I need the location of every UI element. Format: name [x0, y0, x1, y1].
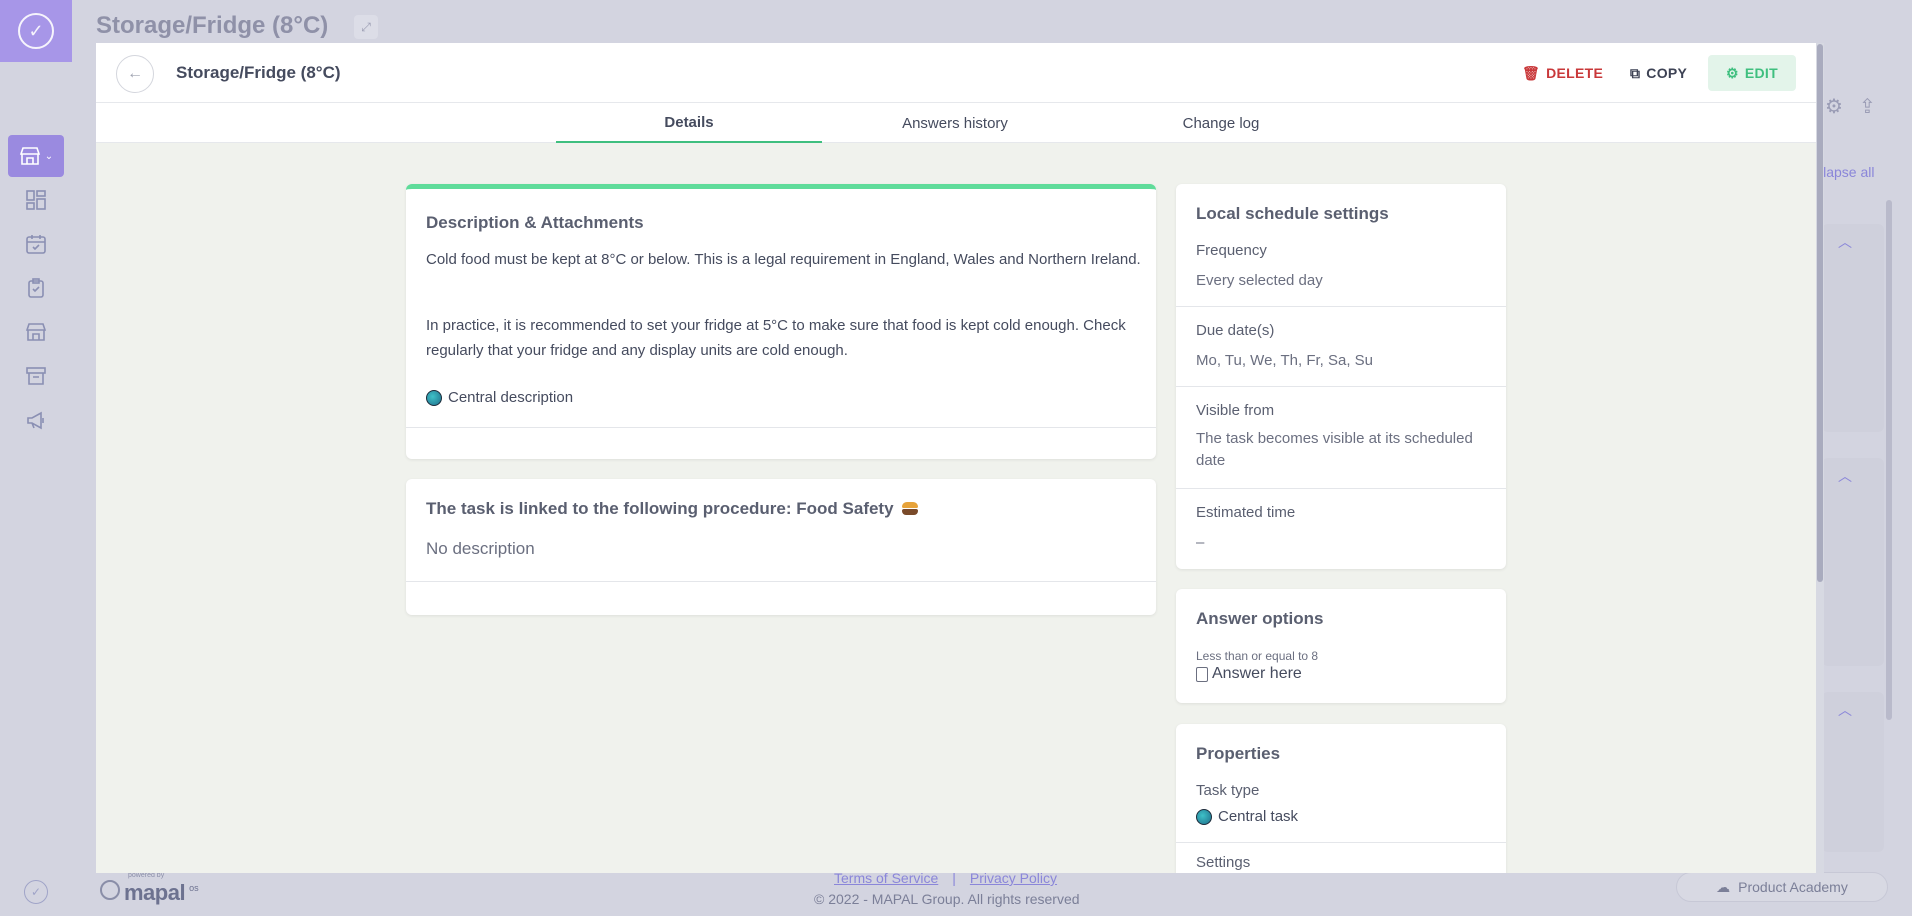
answer-options-heading: Answer options: [1196, 609, 1324, 628]
procedure-heading-text: The task is linked to the following proc…: [426, 499, 894, 518]
edit-button[interactable]: ⚙ EDIT: [1708, 55, 1796, 91]
central-description-label: Central description: [448, 389, 574, 406]
frequency-label: Frequency: [1196, 242, 1267, 259]
modal-title: Storage/Fridge (8°C): [176, 63, 341, 82]
no-description-text: No description: [426, 539, 535, 558]
divider: [1176, 842, 1506, 843]
globe-icon: [1196, 808, 1212, 825]
description-card: Description & Attachments Cold food must…: [406, 184, 1156, 459]
description-heading: Description & Attachments: [426, 213, 644, 232]
calendar-check-icon[interactable]: [22, 230, 50, 258]
divider: [1176, 488, 1506, 489]
frequency-value: Every selected day: [1196, 272, 1323, 289]
task-type-text: Central task: [1218, 808, 1299, 825]
globe-icon: [426, 389, 442, 406]
schedule-settings-card: Local schedule settings Frequency Every …: [1176, 184, 1506, 569]
mapal-swirl-icon: [100, 880, 120, 900]
gear-icon: ⚙: [1726, 64, 1739, 81]
checkmark-logo-icon: ✓: [18, 13, 54, 49]
chevron-up-icon[interactable]: ︿: [1838, 700, 1852, 720]
store-icon: [19, 147, 40, 165]
trash-icon: 🗑: [1522, 64, 1541, 81]
divider: [1176, 306, 1506, 307]
divider: [406, 581, 1156, 582]
mapal-wordmark: mapal: [124, 880, 186, 905]
answer-options-card: Answer options Less than or equal to 8 A…: [1176, 589, 1506, 703]
megaphone-icon[interactable]: [22, 406, 50, 434]
task-detail-modal: ← Storage/Fridge (8°C) 🗑 DELETE ⧉ COPY ⚙…: [96, 43, 1816, 873]
expand-icon[interactable]: ⤢: [354, 15, 378, 39]
powered-by-text: powered by: [128, 872, 165, 879]
visible-from-value: The task becomes visible at its schedule…: [1196, 430, 1473, 469]
dashboard-icon[interactable]: [22, 186, 50, 214]
tab-change-log[interactable]: Change log: [1088, 103, 1354, 143]
delete-label: DELETE: [1546, 65, 1604, 81]
store-nav-icon[interactable]: [22, 318, 50, 346]
tab-bar: Details Answers history Change log: [96, 103, 1816, 143]
upload-icon[interactable]: ⇪: [1859, 94, 1876, 119]
tab-details[interactable]: Details: [556, 103, 822, 143]
chevron-down-icon: ⌄: [44, 150, 54, 162]
copy-icon: ⧉: [1630, 64, 1641, 81]
schedule-heading: Local schedule settings: [1196, 204, 1389, 223]
properties-heading: Properties: [1196, 744, 1281, 763]
copyright-text: © 2022 - MAPAL Group. All rights reserve…: [814, 891, 1080, 907]
powered-by-mapal-logo: powered by mapal os: [100, 872, 199, 906]
delete-button[interactable]: 🗑 DELETE: [1508, 55, 1617, 91]
mapal-os-suffix: os: [189, 883, 199, 893]
divider: [406, 427, 1156, 428]
task-type-value: Central task: [1196, 808, 1298, 825]
burger-icon: [901, 502, 918, 516]
app-logo[interactable]: ✓: [0, 0, 72, 62]
modal-scrollbar[interactable]: [1816, 43, 1824, 873]
chevron-up-icon[interactable]: ︿: [1838, 232, 1852, 252]
store-selector-button[interactable]: ⌄: [8, 135, 64, 177]
answer-condition: Less than or equal to 8: [1196, 649, 1319, 663]
central-description: Central description: [426, 389, 573, 406]
app-switcher-icon[interactable]: ✓: [24, 880, 48, 904]
clipboard-icon[interactable]: [22, 274, 50, 302]
cloud-icon: ☁: [1716, 878, 1731, 895]
background-toolbar: ⚙ ⇪: [1825, 94, 1876, 119]
chevron-up-icon[interactable]: ︿: [1838, 466, 1852, 486]
background-section-card: ︿: [1822, 458, 1884, 666]
product-academy-label: Product Academy: [1738, 879, 1848, 895]
answer-here-field[interactable]: Answer here: [1196, 665, 1302, 683]
arrow-left-icon: ←: [127, 65, 143, 82]
background-page-title: Storage/Fridge (8°C): [96, 12, 329, 39]
background-section-card: ︿: [1822, 692, 1884, 852]
background-section-card: ︿: [1822, 224, 1884, 432]
modal-header: ← Storage/Fridge (8°C) 🗑 DELETE ⧉ COPY ⚙…: [96, 43, 1816, 103]
collapse-all-link[interactable]: llapse all: [1820, 164, 1874, 180]
divider: [1176, 386, 1506, 387]
tab-answers-history[interactable]: Answers history: [822, 103, 1088, 143]
left-nav-rail: ✓ ⌄ ✓: [0, 0, 72, 916]
due-dates-label: Due date(s): [1196, 322, 1275, 339]
product-academy-button[interactable]: ☁ Product Academy: [1676, 872, 1888, 902]
description-paragraph: Cold food must be kept at 8°C or below. …: [426, 251, 1141, 268]
copy-label: COPY: [1646, 65, 1688, 81]
background-scrollbar[interactable]: [1886, 200, 1892, 720]
visible-from-label: Visible from: [1196, 402, 1275, 419]
due-dates-value: Mo, Tu, We, Th, Fr, Sa, Su: [1196, 352, 1374, 369]
scrollbar-thumb[interactable]: [1817, 44, 1823, 582]
answer-here-label: Answer here: [1212, 665, 1302, 682]
gear-icon[interactable]: ⚙: [1825, 94, 1843, 119]
properties-card: Properties Task type Central task Settin…: [1176, 724, 1506, 873]
back-button[interactable]: ←: [116, 55, 154, 93]
document-icon: [1196, 666, 1208, 682]
edit-label: EDIT: [1744, 65, 1778, 81]
archive-icon[interactable]: [22, 362, 50, 390]
estimated-time-label: Estimated time: [1196, 504, 1296, 521]
task-type-label: Task type: [1196, 782, 1260, 799]
estimated-time-value: –: [1196, 534, 1205, 551]
procedure-heading: The task is linked to the following proc…: [426, 499, 918, 519]
description-paragraph: In practice, it is recommended to set yo…: [426, 317, 1126, 359]
settings-label: Settings: [1196, 854, 1251, 871]
copy-button[interactable]: ⧉ COPY: [1616, 55, 1701, 91]
procedure-card: The task is linked to the following proc…: [406, 479, 1156, 615]
